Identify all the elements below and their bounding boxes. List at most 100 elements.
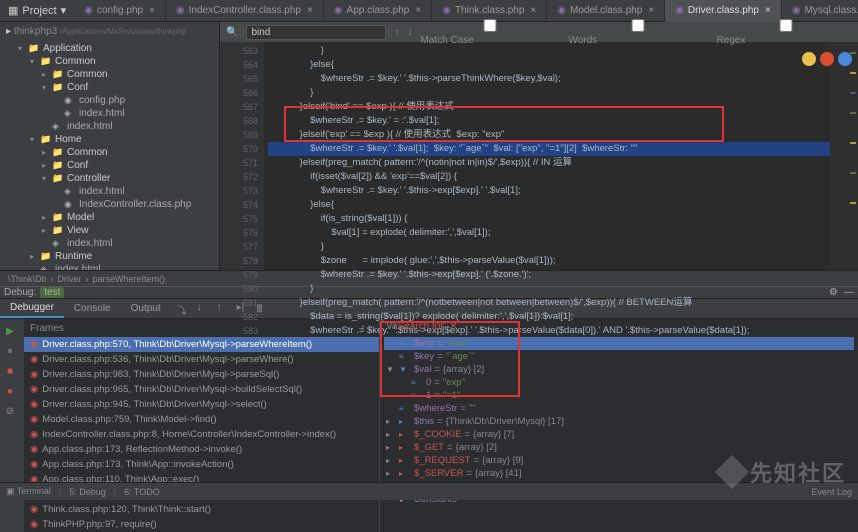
tree-item[interactable]: ◈index.html bbox=[0, 120, 219, 133]
tree-item[interactable]: ▸📁Common bbox=[0, 146, 219, 159]
step-into-icon[interactable]: ↓ bbox=[197, 302, 211, 316]
variable-row[interactable]: ▸▸$this = {Think\Db\Driver\Mysql} [17] bbox=[384, 415, 854, 428]
var-icon: ▸ bbox=[399, 443, 411, 452]
tab-output[interactable]: Output bbox=[121, 300, 171, 317]
chrome-icon[interactable] bbox=[802, 52, 816, 66]
stack-frame[interactable]: ◉Driver.class.php:945, Think\Db\Driver\M… bbox=[24, 397, 379, 412]
close-icon[interactable]: × bbox=[149, 5, 155, 16]
editor[interactable]: 🔍 ↑ ↓ Match Case Words Regex 50 matches … bbox=[220, 22, 858, 270]
tree-item[interactable]: ▾📁Controller bbox=[0, 172, 219, 185]
var-icon: ≡ bbox=[411, 391, 423, 400]
close-icon[interactable]: × bbox=[307, 5, 313, 16]
mute-breakpoints-icon[interactable]: ⊘ bbox=[2, 403, 18, 419]
variable-row[interactable]: ≡$exp = "exp" bbox=[384, 337, 854, 350]
stack-frame[interactable]: ◉Driver.class.php:536, Think\Db\Driver\M… bbox=[24, 352, 379, 367]
frame-icon: ◉ bbox=[30, 339, 38, 350]
php-icon: ◉ bbox=[334, 5, 343, 16]
stack-frame[interactable]: ◉Driver.class.php:570, Think\Db\Driver\M… bbox=[24, 337, 379, 352]
next-match[interactable]: ↓ bbox=[407, 27, 412, 38]
code-area[interactable]: } }else{ $whereStr .= $key.' '.$this->pa… bbox=[264, 22, 830, 270]
resume-icon[interactable]: ▶ bbox=[2, 323, 18, 339]
dir-icon: 📁 bbox=[52, 212, 64, 223]
gear-icon[interactable]: ⚙ bbox=[829, 287, 838, 298]
tree-item[interactable]: ▸📁View bbox=[0, 224, 219, 237]
stack-frame[interactable]: ◉IndexController.class.php:8, Home\Contr… bbox=[24, 427, 379, 442]
match-case-checkbox[interactable] bbox=[420, 19, 560, 32]
stack-frame[interactable]: ◉Model.class.php:759, Think\Model->find(… bbox=[24, 412, 379, 427]
watermark: 先知社区 bbox=[720, 456, 846, 488]
dir-icon: 📁 bbox=[52, 69, 64, 80]
debug-config[interactable]: test bbox=[40, 287, 64, 298]
php-icon: ◉ bbox=[176, 5, 185, 16]
view-breakpoints-icon[interactable]: ● bbox=[2, 383, 18, 399]
variable-row[interactable]: ≡1 = "=1" bbox=[384, 389, 854, 402]
stop-icon[interactable]: ■ bbox=[2, 363, 18, 379]
close-icon[interactable]: × bbox=[530, 5, 536, 16]
tree-item[interactable]: ▸📁Runtime bbox=[0, 250, 219, 263]
variable-row[interactable]: ▸▸$_GET = {array} [2] bbox=[384, 441, 854, 454]
close-icon[interactable]: × bbox=[765, 5, 771, 16]
project-root[interactable]: ▸ thinkphp3 /Applications/MxSrvs/www/thi… bbox=[6, 26, 186, 37]
tree-item[interactable]: ◈index.html bbox=[0, 107, 219, 120]
html-icon: ◈ bbox=[52, 121, 64, 132]
tree-item[interactable]: ▸📁Conf bbox=[0, 159, 219, 172]
stack-frame[interactable]: ◉ThinkPHP.php:97, require() bbox=[24, 517, 379, 532]
tree-item[interactable]: ▾📁Conf bbox=[0, 81, 219, 94]
search-input[interactable] bbox=[246, 25, 386, 40]
search-bar: 🔍 ↑ ↓ Match Case Words Regex 50 matches bbox=[220, 22, 858, 42]
tree-item[interactable]: ▾📁Application bbox=[0, 42, 219, 55]
tree-item[interactable]: ◉IndexController.class.php bbox=[0, 198, 219, 211]
regex-checkbox[interactable] bbox=[716, 19, 856, 32]
variable-row[interactable]: ▼▼$val = {array} [2] bbox=[384, 363, 854, 376]
tab-debugger[interactable]: Debugger bbox=[0, 299, 64, 318]
todo-btn[interactable]: 6: TODO bbox=[124, 487, 160, 497]
dir-icon: 📁 bbox=[52, 225, 64, 236]
editor-tab[interactable]: ◉IndexController.class.php× bbox=[166, 0, 324, 22]
gutter[interactable]: 5635645655665675685695705715725735745755… bbox=[220, 22, 264, 270]
tree-item[interactable]: ▸📁Model bbox=[0, 211, 219, 224]
debug-title: Debug: bbox=[4, 287, 36, 298]
frame-icon: ◉ bbox=[30, 354, 38, 365]
debug-btn[interactable]: 5: Debug bbox=[69, 487, 106, 497]
safari-icon[interactable] bbox=[838, 52, 852, 66]
words-checkbox[interactable] bbox=[568, 19, 708, 32]
terminal-btn[interactable]: ▣ Terminal bbox=[6, 486, 51, 497]
variable-row[interactable]: ≡0 = "exp" bbox=[384, 376, 854, 389]
html-icon: ◈ bbox=[64, 108, 76, 119]
var-icon: ≡ bbox=[399, 404, 411, 413]
editor-tab[interactable]: ◉App.class.php× bbox=[324, 0, 432, 22]
tab-console[interactable]: Console bbox=[64, 300, 121, 317]
tree-item[interactable]: ◈index.html bbox=[0, 185, 219, 198]
editor-tab[interactable]: ◉config.php× bbox=[74, 0, 166, 22]
tree-item[interactable]: ◈index.html bbox=[0, 237, 219, 250]
stack-frame[interactable]: ◉App.class.php:173, ReflectionMethod->in… bbox=[24, 442, 379, 457]
close-icon[interactable]: × bbox=[648, 5, 654, 16]
project-toolwindow-tab[interactable]: ▦ Project ▾ bbox=[0, 4, 74, 17]
stack-frame[interactable]: ◉App.class.php:173, Think\App::invokeAct… bbox=[24, 457, 379, 472]
stack-frame[interactable]: ◉Driver.class.php:965, Think\Db\Driver\M… bbox=[24, 382, 379, 397]
dir-icon: 📁 bbox=[52, 160, 64, 171]
tree-item[interactable]: ▾📁Common bbox=[0, 55, 219, 68]
variable-row[interactable]: ≡$key = "`age`" bbox=[384, 350, 854, 363]
tree-item[interactable]: ▾📁Home bbox=[0, 133, 219, 146]
dir-icon: 📁 bbox=[40, 134, 52, 145]
firefox-icon[interactable] bbox=[820, 52, 834, 66]
dir-icon: 📁 bbox=[28, 43, 40, 54]
prev-match[interactable]: ↑ bbox=[394, 27, 399, 38]
step-over-icon[interactable]: ⤵ bbox=[177, 302, 191, 316]
stack-frame[interactable]: ◉Think.class.php:120, Think\Think::start… bbox=[24, 502, 379, 517]
php-icon: ◉ bbox=[557, 5, 566, 16]
browser-icons bbox=[802, 52, 852, 66]
var-icon: ▼ bbox=[399, 365, 411, 374]
tree-item[interactable]: ◈index.html bbox=[0, 263, 219, 270]
tree-item[interactable]: ◉config.php bbox=[0, 94, 219, 107]
minimize-icon[interactable]: — bbox=[844, 287, 854, 298]
dir-icon: 📁 bbox=[40, 251, 52, 262]
stack-frame[interactable]: ◉Driver.class.php:983, Think\Db\Driver\M… bbox=[24, 367, 379, 382]
close-icon[interactable]: × bbox=[415, 5, 421, 16]
pause-icon[interactable]: ⏸ bbox=[2, 343, 18, 359]
event-log-btn[interactable]: Event Log bbox=[811, 487, 852, 497]
variable-row[interactable]: ▸▸$_COOKIE = {array} [7] bbox=[384, 428, 854, 441]
tree-item[interactable]: ▸📁Common bbox=[0, 68, 219, 81]
variable-row[interactable]: ≡$whereStr = "" bbox=[384, 402, 854, 415]
